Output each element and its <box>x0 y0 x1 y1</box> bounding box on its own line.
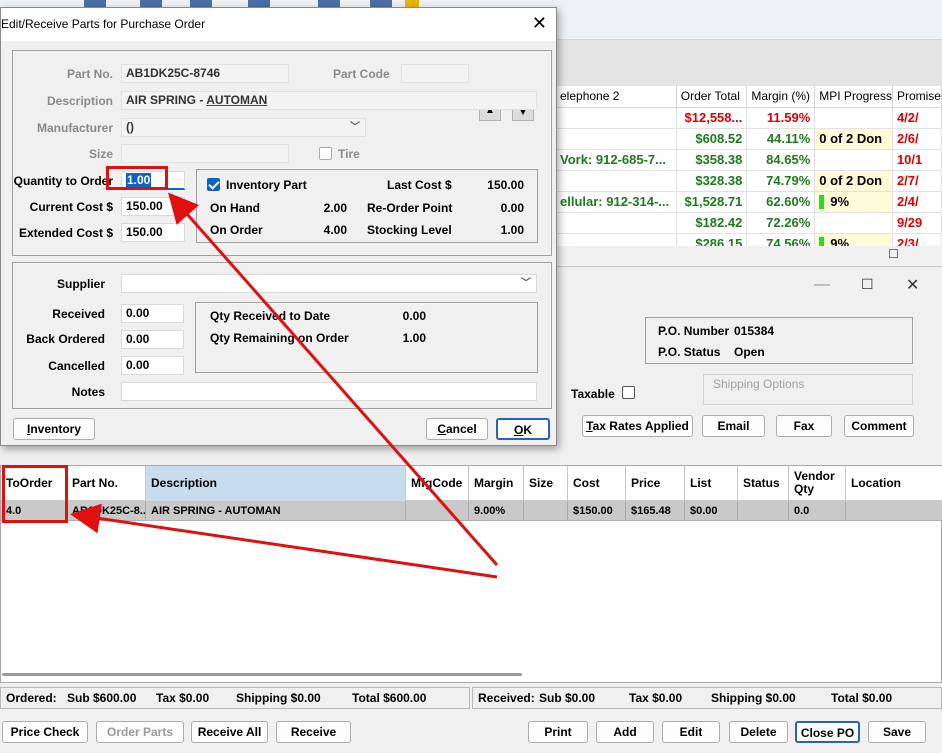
arrow-to-to-order <box>70 503 498 579</box>
annotation-arrows <box>70 192 499 579</box>
arrow-to-quantity <box>168 192 499 566</box>
